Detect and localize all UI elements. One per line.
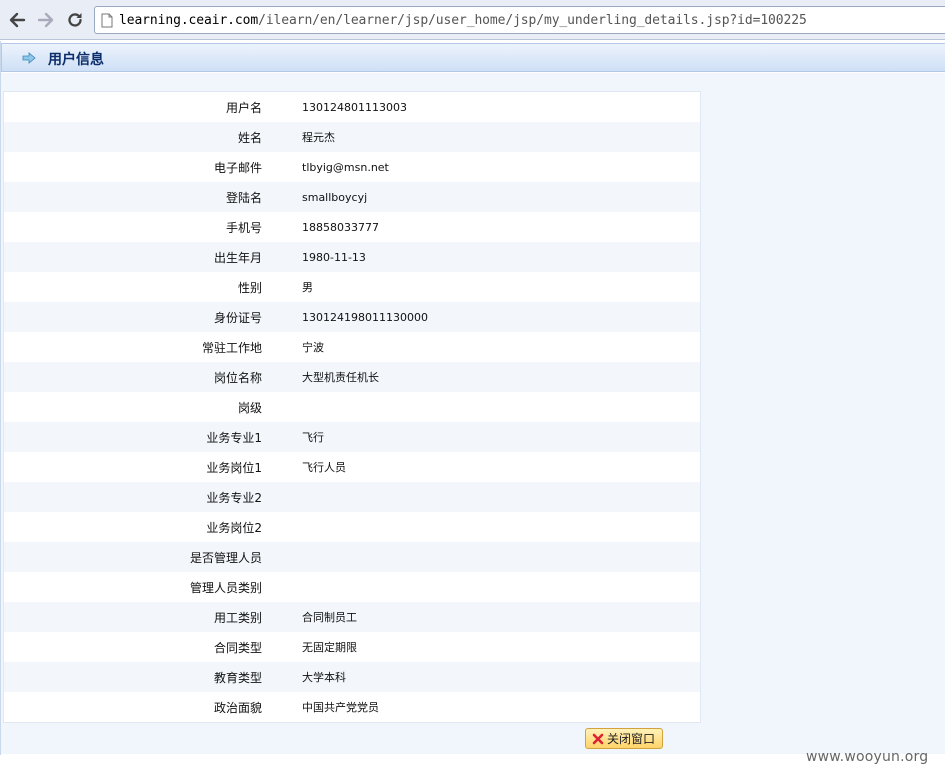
field-value: 大学本科: [302, 671, 346, 684]
field-value: 18858033777: [302, 220, 379, 234]
close-window-button[interactable]: 关闭窗口: [585, 728, 663, 749]
table-row: 姓名 程元杰: [4, 122, 700, 152]
table-row: 业务岗位2: [4, 512, 700, 542]
table-row: 用户名 130124801113003: [4, 92, 700, 122]
table-row: 身份证号 130124198011130000: [4, 302, 700, 332]
reload-button[interactable]: [63, 8, 87, 32]
field-value: 中国共产党党员: [302, 701, 379, 714]
field-label: 出生年月: [213, 250, 262, 265]
field-value: 宁波: [302, 341, 324, 354]
table-row: 用工类别 合同制员工: [4, 602, 700, 632]
title-bar: 用户信息: [1, 43, 945, 72]
field-label: 业务专业1: [206, 430, 262, 445]
field-value: 1980-11-13: [302, 250, 366, 264]
field-label: 登陆名: [225, 190, 262, 205]
field-value: 无固定期限: [302, 641, 357, 654]
field-label: 业务专业2: [206, 490, 262, 505]
browser-toolbar: learning.ceair.com/ilearn/en/learner/jsp…: [0, 0, 945, 40]
user-info-table: 用户名 130124801113003 姓名 程元杰电子邮件 tlbyig@msn.ne…: [3, 91, 701, 723]
page-icon: [101, 13, 113, 28]
field-value: 130124801113003: [302, 100, 407, 114]
address-bar[interactable]: learning.ceair.com/ilearn/en/learner/jsp…: [94, 6, 945, 34]
field-value: 大型机责任机长: [302, 371, 379, 384]
page-title: 用户信息: [48, 52, 104, 68]
field-label: 用户名: [225, 100, 262, 115]
close-window-label: 关闭窗口: [607, 732, 656, 746]
table-row: 性别 男: [4, 272, 700, 302]
field-label: 是否管理人员: [189, 550, 262, 565]
field-value: 飞行: [302, 431, 324, 444]
url-text[interactable]: learning.ceair.com/ilearn/en/learner/jsp…: [119, 13, 807, 28]
field-label: 政治面貌: [213, 700, 262, 715]
field-label: 用工类别: [213, 610, 262, 625]
page-content: 用户信息 用户名 130124801113003 姓名 程元杰电子邮件 tlbyig@m…: [0, 41, 945, 769]
forward-button[interactable]: [34, 8, 58, 32]
field-value: 飞行人员: [302, 461, 346, 474]
table-row: 手机号 18858033777: [4, 212, 700, 242]
url-path: /ilearn/en/learner/jsp/user_home/jsp/my_…: [258, 13, 807, 28]
table-row: 业务专业1 飞行: [4, 422, 700, 452]
table-row: 电子邮件 tlbyig@msn.net: [4, 152, 700, 182]
field-value: 130124198011130000: [302, 310, 428, 324]
field-label: 身份证号: [213, 310, 262, 325]
field-label: 管理人员类别: [189, 580, 262, 595]
url-host: learning.ceair.com: [119, 13, 259, 28]
forward-arrow-icon: [37, 12, 54, 28]
field-value: smallboycyj: [302, 190, 368, 204]
table-row: 教育类型 大学本科: [4, 662, 700, 692]
table-row: 管理人员类别: [4, 572, 700, 602]
field-label: 姓名: [237, 130, 262, 145]
table-row: 业务岗位1 飞行人员: [4, 452, 700, 482]
field-label: 教育类型: [213, 670, 262, 685]
field-label: 电子邮件: [213, 160, 262, 175]
table-row: 业务专业2: [4, 482, 700, 512]
table-row: 常驻工作地 宁波: [4, 332, 700, 362]
back-arrow-icon: [9, 12, 26, 28]
field-value: tlbyig@msn.net: [302, 160, 389, 174]
field-value: 程元杰: [302, 131, 335, 144]
field-label: 业务岗位1: [206, 460, 262, 475]
field-label: 合同类型: [213, 640, 262, 655]
table-row: 登陆名 smallboycyj: [4, 182, 700, 212]
field-value: 男: [302, 281, 313, 294]
watermark: www.wooyun.org: [806, 749, 929, 765]
field-label: 岗位名称: [213, 370, 262, 385]
field-label: 性别: [237, 280, 262, 295]
table-row: 岗级: [4, 392, 700, 422]
table-row: 岗位名称 大型机责任机长: [4, 362, 700, 392]
table-row: 是否管理人员: [4, 542, 700, 572]
reload-icon: [68, 13, 82, 27]
field-label: 常驻工作地: [201, 340, 262, 355]
close-x-icon: [592, 733, 604, 744]
field-value: 合同制员工: [302, 611, 357, 624]
table-row: 合同类型 无固定期限: [4, 632, 700, 662]
field-label: 岗级: [237, 400, 262, 415]
back-button[interactable]: [5, 8, 29, 32]
main-area: 用户名 130124801113003 姓名 程元杰电子邮件 tlbyig@msn.ne…: [1, 73, 945, 754]
table-row: 政治面貌 中国共产党党员: [4, 692, 700, 722]
table-row: 出生年月 1980-11-13: [4, 242, 700, 272]
arrow-right-icon: [22, 52, 36, 64]
field-label: 手机号: [225, 220, 262, 235]
field-label: 业务岗位2: [206, 520, 262, 535]
